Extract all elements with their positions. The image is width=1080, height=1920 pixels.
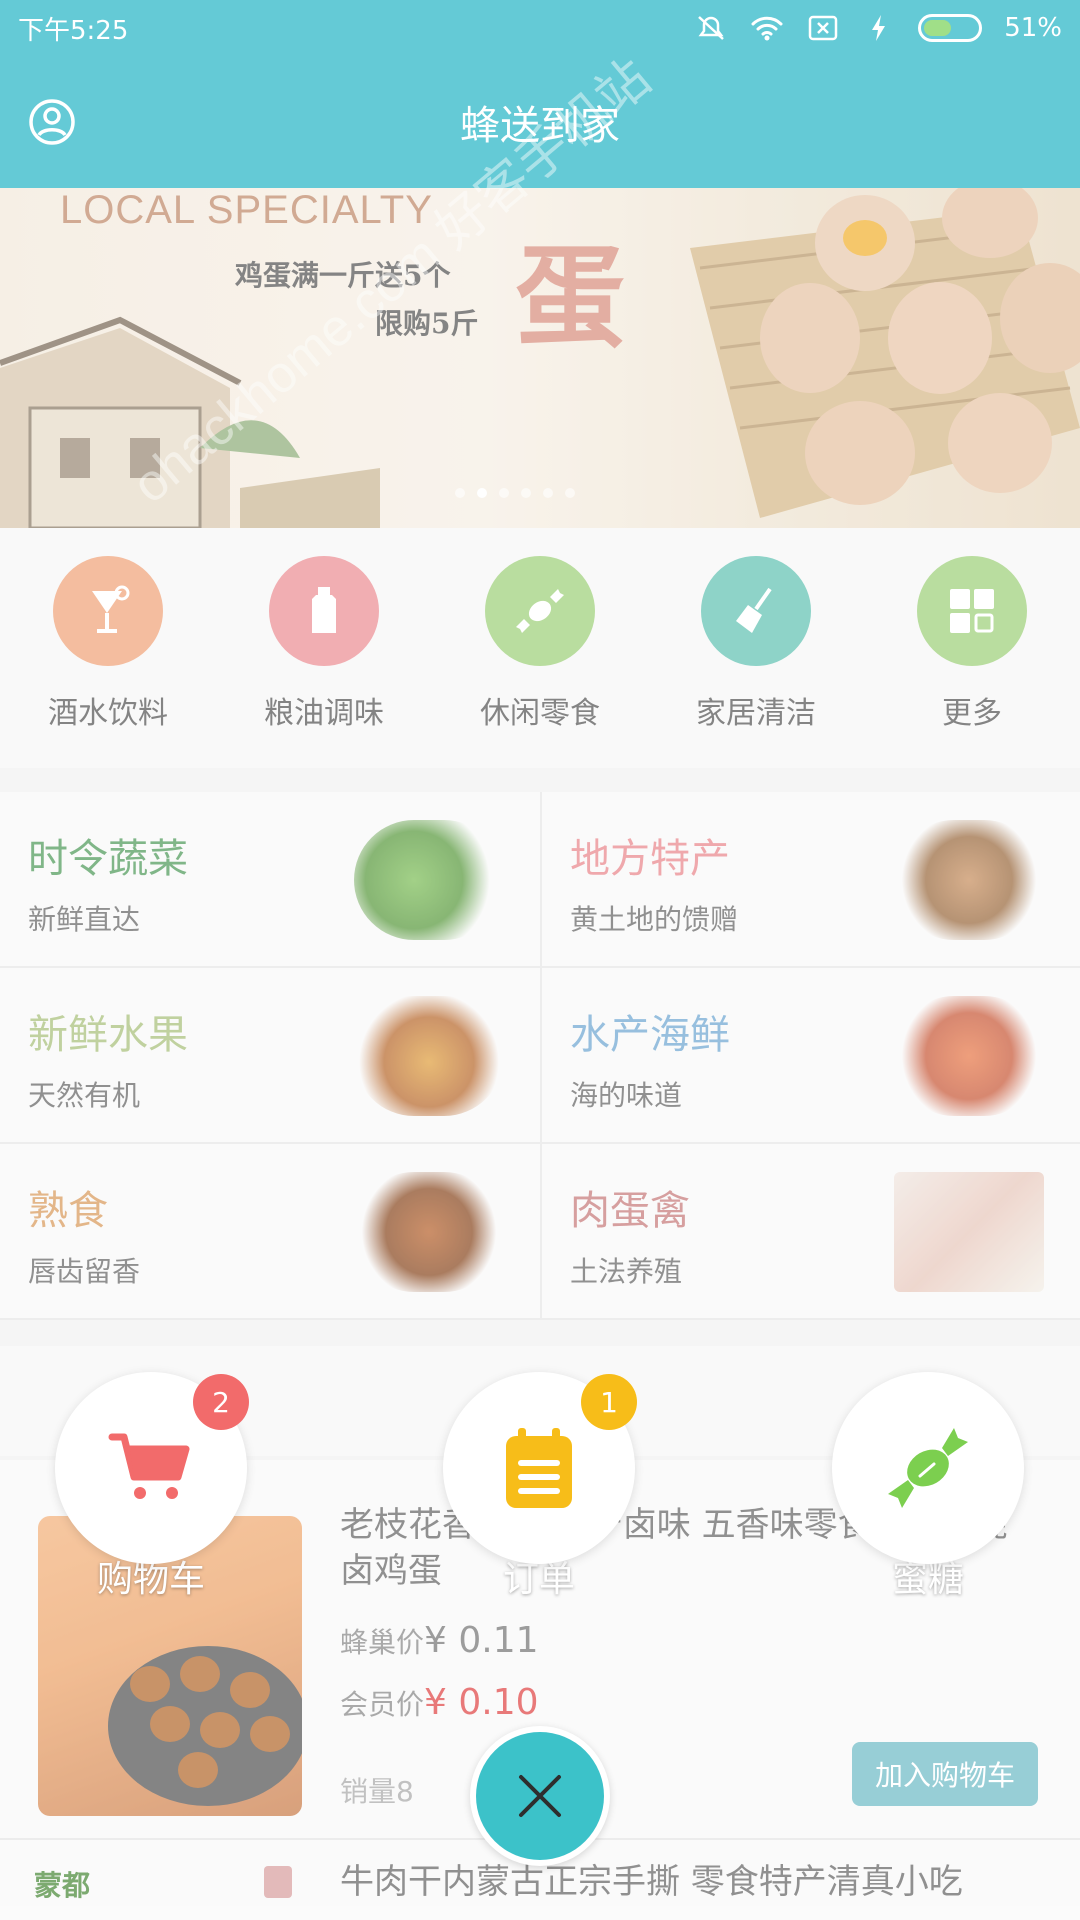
fab-orders[interactable]: 1 订单 — [443, 1372, 637, 1602]
clipboard-icon — [506, 1428, 572, 1508]
shopping-cart-icon — [108, 1433, 190, 1499]
shopping-cart-button[interactable]: 2 — [55, 1372, 249, 1564]
orders-badge: 1 — [581, 1374, 637, 1430]
close-icon — [476, 1732, 604, 1860]
honey-candy-button[interactable] — [832, 1372, 1024, 1564]
close-menu-button[interactable] — [470, 1726, 610, 1866]
candy-icon — [888, 1428, 968, 1508]
fab-shopping-cart[interactable]: 2 购物车 — [55, 1372, 249, 1602]
fab-honey-candy[interactable]: 蜜糖 — [832, 1372, 1024, 1602]
orders-button[interactable]: 1 — [443, 1372, 637, 1564]
cart-badge: 2 — [193, 1374, 249, 1430]
menu-overlay[interactable] — [0, 0, 1080, 1920]
